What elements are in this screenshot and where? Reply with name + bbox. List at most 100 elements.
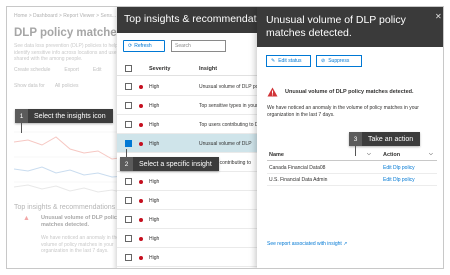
name-column-header[interactable]: Name <box>269 152 284 158</box>
policy-name: U.S. Financial Data Admin <box>269 177 328 183</box>
table-row[interactable]: High <box>117 172 257 191</box>
report-link[interactable]: See report associated with insight ↗ <box>267 241 347 247</box>
row-checkbox[interactable] <box>125 197 132 204</box>
action-column-header[interactable]: Action <box>383 152 400 158</box>
refresh-label: Refresh <box>134 43 152 49</box>
row-checkbox[interactable] <box>125 83 132 90</box>
callout-number: 3 <box>349 132 362 146</box>
edit-button[interactable]: Edit <box>93 67 102 73</box>
row-checkbox[interactable] <box>125 235 132 242</box>
table-row[interactable]: High Unusual volume of DLP policy <box>117 77 266 96</box>
edit-policy-link[interactable]: Edit Dlp policy <box>383 177 415 183</box>
warning-icon <box>267 87 278 97</box>
suppress-icon: ⊘ <box>321 58 326 64</box>
row-checkbox[interactable] <box>125 216 132 223</box>
chevron-down-icon[interactable]: ⌵ <box>367 151 371 157</box>
severity-value: High <box>149 141 160 147</box>
row-checkbox[interactable] <box>125 254 132 261</box>
insight-value: Top users contributing to DLP <box>199 122 265 128</box>
refresh-button[interactable]: ⟳ Refresh <box>123 40 165 52</box>
insight-card-description: We have noticed an anomaly in the volume… <box>41 235 120 254</box>
close-icon[interactable]: ✕ <box>435 12 442 21</box>
severity-value: High <box>149 217 160 223</box>
insights-table-header: Severity Insight <box>117 62 257 76</box>
severity-dot-icon <box>139 123 143 127</box>
insights-list-panel: Top insights & recommendations ⟳ Refresh… <box>117 7 276 268</box>
insight-column-header[interactable]: Insight <box>199 66 217 72</box>
severity-value: High <box>149 236 160 242</box>
create-schedule-button[interactable]: Create schedule <box>14 67 50 73</box>
trend-line-red <box>14 136 126 160</box>
insight-value: Top sensitive types in your <box>199 103 258 109</box>
action-table-header: Name ⌵ Action ⌵ <box>267 149 437 161</box>
report-link-label: See report associated with insight <box>267 241 342 247</box>
row-checkbox[interactable] <box>125 140 132 147</box>
trend-line-gray <box>14 184 126 194</box>
page-description: See data loss prevention (DLP) policies … <box>14 43 118 62</box>
edit-policy-link[interactable]: Edit Dlp policy <box>383 165 415 171</box>
table-row: U.S. Financial Data Admin Edit Dlp polic… <box>267 174 437 186</box>
callout-number: 2 <box>120 157 133 171</box>
refresh-icon: ⟳ <box>128 43 133 49</box>
table-row[interactable]: High Unusual volume of DLP <box>117 134 257 153</box>
severity-dot-icon <box>139 85 143 89</box>
breadcrumb[interactable]: Home > Dashboard > Report Viewer > Sens.… <box>14 13 116 19</box>
severity-dot-icon <box>139 199 143 203</box>
severity-value: High <box>149 103 160 109</box>
edit-icon: ✎ <box>271 58 276 64</box>
table-row[interactable]: High Top sensitive types in your <box>117 96 258 115</box>
callout-pointer <box>355 146 356 156</box>
report-toolbar: Create schedule Export Edit <box>14 67 102 73</box>
policy-name: Canada Financial Data08 <box>269 165 326 171</box>
edit-status-label: Edit status <box>278 58 302 64</box>
table-row: Canada Financial Data08 Edit Dlp policy <box>267 162 437 174</box>
table-row[interactable]: High <box>117 191 257 210</box>
table-row[interactable]: High <box>117 248 257 267</box>
chevron-down-icon[interactable]: ⌵ <box>429 151 433 157</box>
severity-dot-icon <box>139 256 143 260</box>
suppress-button[interactable]: ⊘ Suppress <box>316 55 362 67</box>
row-checkbox[interactable] <box>125 178 132 185</box>
callout-pointer <box>126 149 127 157</box>
search-input[interactable]: Search <box>171 40 226 52</box>
callout-text: Select a specific insight <box>133 157 219 171</box>
severity-column-header[interactable]: Severity <box>149 66 170 72</box>
row-checkbox[interactable] <box>125 121 132 128</box>
page-title: DLP policy matches <box>14 27 124 39</box>
insight-card-title: Unusual volume of DLP policy matches det… <box>41 215 121 228</box>
table-row[interactable]: High <box>117 229 257 248</box>
callout-step-2: 2 Select a specific insight <box>120 149 219 171</box>
callout-text: Take an action <box>362 132 421 146</box>
severity-value: High <box>149 255 160 261</box>
callout-step-3: 3 Take an action <box>349 132 421 156</box>
severity-value: High <box>149 122 160 128</box>
callout-number: 1 <box>15 109 28 123</box>
insights-panel-header: Top insights & recommendations <box>117 7 276 33</box>
severity-dot-icon <box>139 180 143 184</box>
insight-value: Unusual volume of DLP <box>199 141 252 147</box>
export-button[interactable]: Export <box>64 67 78 73</box>
severity-value: High <box>149 198 160 204</box>
severity-dot-icon <box>139 218 143 222</box>
trend-line-blue <box>14 166 126 178</box>
filter-policy[interactable]: All policies <box>55 83 79 89</box>
filter-bar: Show data for All policies <box>14 83 78 89</box>
severity-dot-icon <box>139 104 143 108</box>
callout-pointer <box>21 123 22 133</box>
filter-label: Show data for <box>14 83 45 89</box>
detail-description: We have noticed an anomaly in the volume… <box>267 105 419 118</box>
severity-value: High <box>149 84 160 90</box>
table-row[interactable]: High <box>117 210 257 229</box>
row-checkbox[interactable] <box>125 102 132 109</box>
table-row[interactable]: High Top users contributing to DLP <box>117 115 265 134</box>
edit-status-button[interactable]: ✎ Edit status <box>266 55 311 67</box>
warning-icon: ▲ <box>23 215 30 222</box>
severity-dot-icon <box>139 142 143 146</box>
insight-value: Unusual volume of DLP policy <box>199 84 266 90</box>
insights-panel-title: Top insights & recommendations <box>124 13 276 25</box>
screenshot-frame: Home > Dashboard > Report Viewer > Sens.… <box>6 6 444 269</box>
insights-heading: Top insights & recommendations <box>14 204 116 211</box>
suppress-label: Suppress <box>328 58 350 64</box>
severity-value: High <box>149 179 160 185</box>
select-all-checkbox[interactable] <box>125 65 132 72</box>
